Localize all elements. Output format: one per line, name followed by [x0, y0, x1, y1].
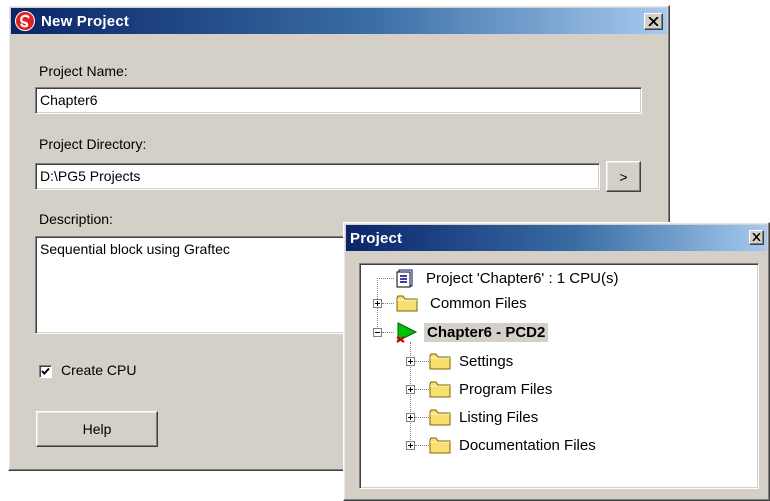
close-icon [648, 17, 659, 26]
create-cpu-label-text: Create CPU [61, 362, 137, 378]
tree-branch-line [382, 332, 394, 333]
project-window-title: Project [350, 229, 403, 247]
tree-branch-line [415, 389, 429, 390]
plus-icon [408, 387, 413, 392]
folder-icon [429, 408, 451, 426]
tree-item-listing-files[interactable]: Listing Files [429, 406, 538, 428]
tree-branch-line [382, 303, 394, 304]
new-project-titlebar[interactable]: New Project [11, 8, 667, 34]
create-cpu-label[interactable]: Create CPU [61, 362, 136, 378]
folder-icon [396, 294, 418, 312]
tree-item-program-files[interactable]: Program Files [429, 378, 552, 400]
expand-toggle[interactable] [406, 441, 415, 450]
plus-icon [408, 359, 413, 364]
expand-toggle[interactable] [406, 357, 415, 366]
tree-item-common-files[interactable]: Common Files [396, 292, 527, 314]
project-directory-label: Project Directory: [39, 136, 146, 152]
project-name-value: Chapter6 [40, 92, 98, 108]
app-logo-icon [15, 11, 35, 31]
tree-item-documentation-files[interactable]: Documentation Files [429, 434, 596, 456]
expand-toggle[interactable] [373, 299, 382, 308]
project-close-button[interactable] [749, 230, 764, 245]
minus-icon [375, 332, 380, 333]
tree-item-label: Settings [459, 352, 514, 370]
help-button[interactable]: Help [36, 411, 158, 447]
browse-directory-button[interactable]: > [606, 161, 641, 192]
folder-icon [429, 380, 451, 398]
project-name-label-text: Project Name: [39, 63, 128, 79]
project-directory-value: D:\PG5 Projects [40, 168, 141, 184]
expand-toggle[interactable] [406, 385, 415, 394]
dialog-title: New Project [41, 12, 130, 30]
folder-icon [429, 352, 451, 370]
project-name-field[interactable]: Chapter6 [35, 87, 642, 114]
tree-branch-line [377, 278, 394, 279]
tree-branch-line [415, 361, 429, 362]
description-label: Description: [39, 211, 113, 227]
tree-item-label: Project 'Chapter6' : 1 CPU(s) [426, 269, 619, 287]
tree-item-label: Documentation Files [459, 436, 596, 454]
expand-toggle[interactable] [406, 413, 415, 422]
tree-item-cpu[interactable]: Chapter6 - PCD2 [396, 321, 549, 343]
description-value: Sequential block using Graftec [40, 241, 230, 257]
close-button[interactable] [644, 13, 663, 30]
tree-item-label: Common Files [430, 294, 527, 312]
create-cpu-checkbox[interactable] [39, 365, 52, 378]
project-icon [396, 268, 416, 288]
project-directory-label-text: Project Directory: [39, 136, 147, 152]
project-name-label: Project Name: [39, 63, 128, 79]
collapse-toggle[interactable] [373, 328, 382, 337]
folder-icon [429, 436, 451, 454]
project-window: Project Project 'Chapter6': 1 CPU(s) Co… [343, 222, 770, 501]
checkmark-icon [41, 367, 50, 375]
close-icon [752, 233, 761, 241]
plus-icon [375, 301, 380, 306]
plus-icon [408, 415, 413, 420]
tree-item-settings[interactable]: Settings [429, 350, 513, 372]
description-label-text: Description: [39, 211, 113, 227]
tree-item-label: Listing Files [459, 408, 539, 426]
help-button-label: Help [82, 421, 112, 437]
project-directory-field[interactable]: D:\PG5 Projects [35, 163, 600, 190]
project-tree[interactable]: Project 'Chapter6' : 1 CPU(s) Common Fil… [359, 263, 759, 489]
project-titlebar[interactable]: Project [346, 225, 767, 251]
tree-branch-line [415, 417, 429, 418]
plus-icon [408, 443, 413, 448]
tree-branch-line [415, 445, 429, 446]
browse-button-label: > [619, 168, 628, 185]
tree-item-project-root[interactable]: Project 'Chapter6' : 1 CPU(s) [396, 267, 618, 289]
tree-item-label-selected: Chapter6 - PCD2 [424, 322, 549, 342]
cpu-icon [396, 321, 418, 343]
tree-item-label: Program Files [459, 380, 553, 398]
